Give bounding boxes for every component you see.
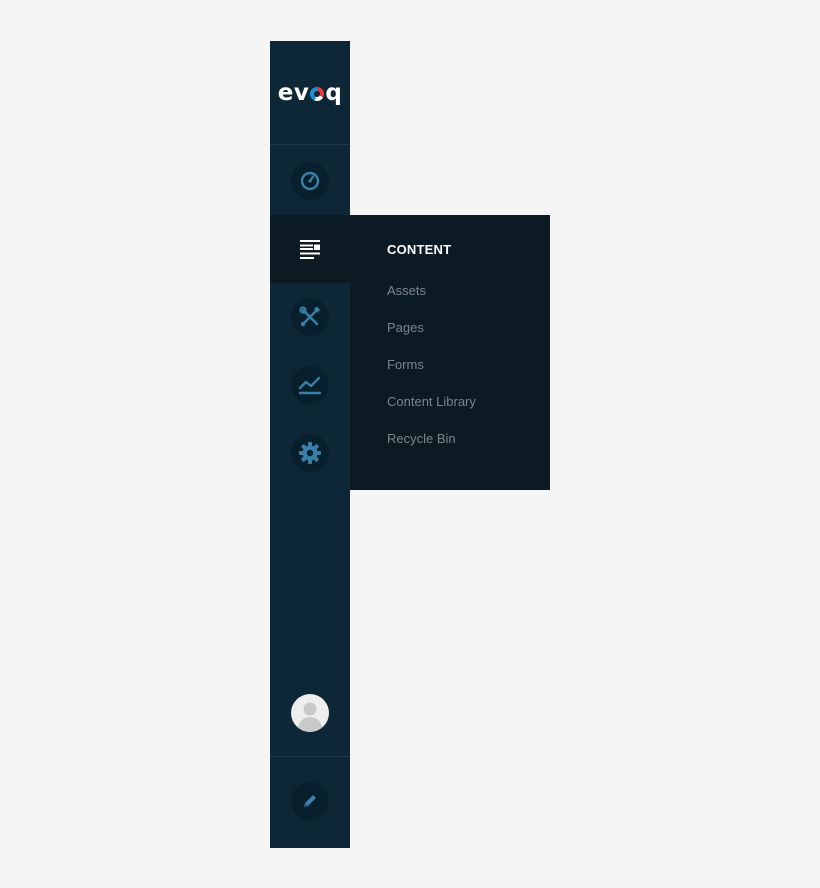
logo-area[interactable]: ev q bbox=[270, 41, 350, 145]
user-avatar-icon[interactable] bbox=[291, 694, 329, 732]
sidebar-item-dashboard[interactable] bbox=[270, 147, 350, 215]
content-flyout-menu: CONTENT Assets Pages Forms Content Libra… bbox=[350, 215, 550, 490]
flyout-link-pages[interactable]: Pages bbox=[387, 320, 424, 335]
content-list-icon bbox=[291, 230, 329, 268]
speedometer-icon bbox=[291, 162, 329, 200]
sidebar: ev q bbox=[270, 41, 350, 848]
sidebar-item-settings[interactable] bbox=[270, 419, 350, 487]
sidebar-item-analytics[interactable] bbox=[270, 351, 350, 419]
sidebar-divider bbox=[270, 756, 350, 757]
flyout-link-assets[interactable]: Assets bbox=[387, 283, 426, 298]
flyout-link-content-library[interactable]: Content Library bbox=[387, 394, 476, 409]
gear-icon bbox=[291, 434, 329, 472]
sidebar-item-manage[interactable] bbox=[270, 283, 350, 351]
flyout-title: CONTENT bbox=[387, 242, 452, 257]
flyout-link-recycle-bin[interactable]: Recycle Bin bbox=[387, 431, 456, 446]
logo-text-left: ev bbox=[277, 79, 310, 106]
logo-text-right: q bbox=[325, 79, 343, 106]
sidebar-item-content[interactable] bbox=[270, 215, 350, 283]
logo-mark-icon bbox=[310, 86, 325, 101]
pencil-icon bbox=[291, 782, 329, 820]
tools-icon bbox=[291, 298, 329, 336]
flyout-link-forms[interactable]: Forms bbox=[387, 357, 424, 372]
edit-button[interactable] bbox=[270, 767, 350, 835]
evoq-logo: ev q bbox=[278, 80, 343, 106]
line-chart-icon bbox=[291, 366, 329, 404]
